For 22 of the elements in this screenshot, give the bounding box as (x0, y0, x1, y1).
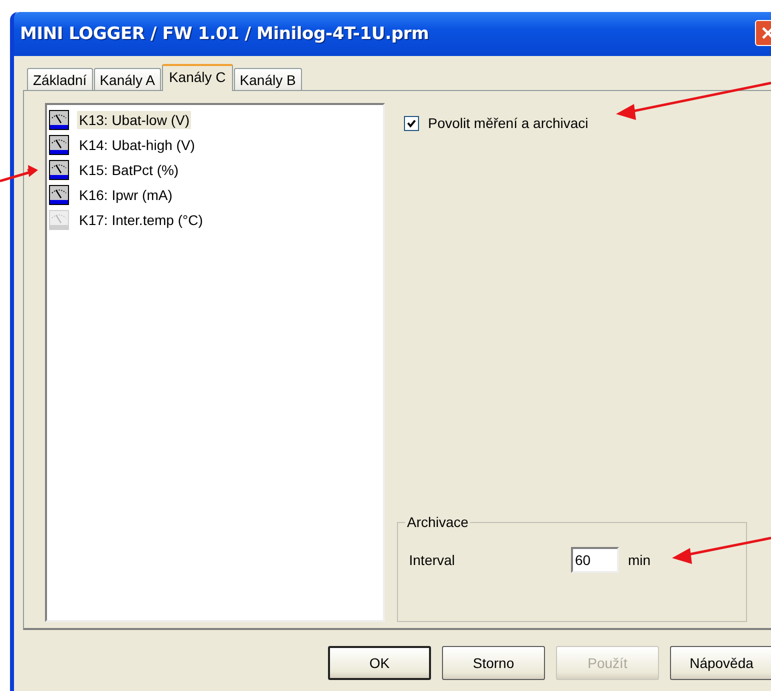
unit-label: min (628, 552, 651, 568)
dialog-button[interactable]: OK (328, 646, 431, 680)
tab[interactable]: Kanály C (162, 64, 233, 91)
checkbox[interactable] (404, 116, 419, 130)
checkbox-label: Povolit měření a archivaci (428, 115, 588, 131)
dialog-button[interactable]: Storno (442, 646, 545, 680)
channel-item[interactable]: K16: Ipwr (mA) (77, 186, 174, 204)
check-icon (407, 118, 416, 128)
tab[interactable]: Kanály A (94, 68, 161, 90)
close-icon (761, 26, 771, 40)
dialog-button[interactable]: Nápověda (670, 646, 771, 680)
window-title: MINI LOGGER / FW 1.01 / Minilog-4T-1U.prm (19, 24, 429, 44)
channel-item[interactable]: K15: BatPct (%) (77, 160, 181, 178)
tab[interactable]: Kanály B (234, 68, 302, 90)
interval-field[interactable]: 60 (571, 547, 619, 573)
interval-label: Interval (409, 552, 456, 568)
channel-item[interactable]: K17: Inter.temp (°C) (77, 210, 205, 228)
tab[interactable]: Základní (27, 68, 93, 90)
group-title: Archivace (405, 514, 470, 530)
channel-item[interactable]: K14: Ubat-high (V) (77, 136, 197, 154)
channel-item[interactable]: K13: Ubat-low (V) (77, 110, 192, 128)
annotation-arrow (0, 165, 38, 182)
